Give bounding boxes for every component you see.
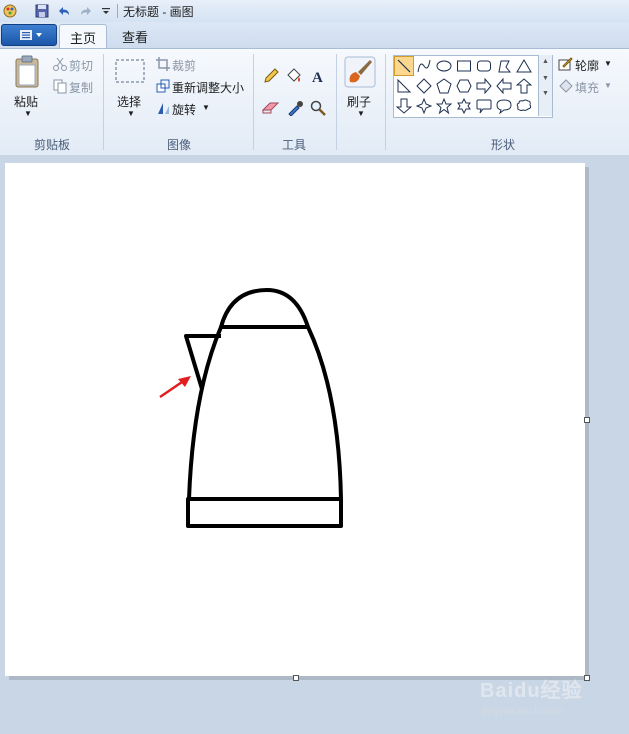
color-picker-icon[interactable] <box>285 98 305 118</box>
svg-text:A: A <box>312 70 323 84</box>
shapes-scrollbar[interactable]: ▲ ▼ ▼ <box>538 55 552 116</box>
fill-shape-icon <box>557 78 573 94</box>
brushes-button[interactable]: 刷子 <box>347 93 371 110</box>
curve-shape-icon[interactable] <box>415 57 433 75</box>
redo-icon[interactable] <box>78 3 94 19</box>
scroll-up-icon[interactable]: ▲ <box>539 58 552 65</box>
select-icon[interactable] <box>114 57 146 85</box>
right-arrow-shape-icon[interactable] <box>475 77 493 95</box>
resize-handle-corner[interactable] <box>584 675 590 681</box>
oval-shape-icon[interactable] <box>435 57 453 75</box>
fill-button[interactable]: 填充 <box>575 79 599 96</box>
cut-icon <box>52 56 68 72</box>
crop-icon <box>155 56 171 72</box>
rotate-icon <box>155 100 171 116</box>
eraser-icon[interactable] <box>261 98 281 118</box>
magnifier-icon[interactable] <box>308 98 328 118</box>
resize-handle-right[interactable] <box>584 417 590 423</box>
group-divider <box>103 54 104 150</box>
rotate-button[interactable]: 旋转 <box>172 101 196 118</box>
paste-button[interactable]: 粘贴 <box>14 93 38 110</box>
crop-button[interactable]: 裁剪 <box>172 57 196 74</box>
kettle-body <box>187 326 343 501</box>
tab-home[interactable]: 主页 <box>59 24 107 49</box>
watermark-url: jingyan.baidu.com <box>483 706 564 717</box>
undo-icon[interactable] <box>56 3 72 19</box>
group-divider <box>336 54 337 150</box>
menu-icon <box>20 30 42 40</box>
image-group-label: 图像 <box>166 138 191 152</box>
clipboard-group-label: 剪贴板 <box>33 138 70 152</box>
pencil-icon[interactable] <box>261 66 281 86</box>
save-icon[interactable] <box>34 3 50 19</box>
outline-icon <box>557 56 573 72</box>
title-bar: 无标题 - 画图 <box>0 0 629 23</box>
select-button[interactable]: 选择 <box>117 93 141 110</box>
brushes-dropdown-icon[interactable]: ▼ <box>357 109 365 118</box>
red-arrow <box>159 376 191 399</box>
four-point-star-shape-icon[interactable] <box>415 97 433 115</box>
polygon-shape-icon[interactable] <box>495 57 513 75</box>
fill-icon[interactable] <box>284 66 304 86</box>
left-arrow-shape-icon[interactable] <box>495 77 513 95</box>
rounded-callout-shape-icon[interactable] <box>475 97 493 115</box>
line-shape-icon[interactable] <box>394 56 414 76</box>
title-divider <box>117 4 118 18</box>
pentagon-shape-icon[interactable] <box>435 77 453 95</box>
right-triangle-shape-icon[interactable] <box>395 77 413 95</box>
hexagon-shape-icon[interactable] <box>455 77 473 95</box>
expand-gallery-icon[interactable]: ▼ <box>539 90 552 97</box>
paste-icon[interactable] <box>14 55 40 89</box>
paint-menu-button[interactable] <box>1 24 57 46</box>
oval-callout-shape-icon[interactable] <box>495 97 513 115</box>
select-dropdown-icon[interactable]: ▼ <box>127 109 135 118</box>
group-divider <box>253 54 254 150</box>
cut-button[interactable]: 剪切 <box>69 57 93 74</box>
watermark-brand: Baidu经验 <box>480 680 583 702</box>
kettle-base <box>186 497 343 528</box>
group-divider <box>385 54 386 150</box>
text-icon[interactable]: A <box>308 66 328 86</box>
window-title: 无标题 - 画图 <box>123 5 194 19</box>
scroll-down-icon[interactable]: ▼ <box>539 75 552 82</box>
triangle-shape-icon[interactable] <box>515 57 533 75</box>
kettle-lid <box>219 288 310 329</box>
fill-dropdown-icon[interactable]: ▼ <box>604 81 612 90</box>
rectangle-shape-icon[interactable] <box>455 57 473 75</box>
rotate-dropdown-icon[interactable]: ▼ <box>202 103 210 112</box>
customize-toolbar-icon[interactable] <box>98 3 114 19</box>
resize-icon <box>155 78 171 94</box>
paste-dropdown-icon[interactable]: ▼ <box>24 109 32 118</box>
resize-button[interactable]: 重新调整大小 <box>172 79 244 96</box>
copy-button[interactable]: 复制 <box>69 79 93 96</box>
diamond-shape-icon[interactable] <box>415 77 433 95</box>
resize-handle-bottom[interactable] <box>293 675 299 681</box>
cloud-callout-shape-icon[interactable] <box>515 97 533 115</box>
drawing-canvas[interactable] <box>5 163 585 676</box>
kettle-drawing <box>159 288 343 528</box>
paint-app-icon <box>2 3 18 19</box>
down-arrow-shape-icon[interactable] <box>395 97 413 115</box>
five-point-star-shape-icon[interactable] <box>435 97 453 115</box>
up-arrow-shape-icon[interactable] <box>515 77 533 95</box>
shapes-group-label: 形状 <box>490 138 515 152</box>
six-point-star-shape-icon[interactable] <box>455 97 473 115</box>
rounded-rectangle-shape-icon[interactable] <box>475 57 493 75</box>
copy-icon <box>52 78 68 94</box>
outline-button[interactable]: 轮廓 <box>575 57 599 74</box>
outline-dropdown-icon[interactable]: ▼ <box>604 59 612 68</box>
brush-icon[interactable] <box>344 56 376 88</box>
tab-view[interactable]: 查看 <box>114 24 156 48</box>
tools-group-label: 工具 <box>281 138 306 152</box>
